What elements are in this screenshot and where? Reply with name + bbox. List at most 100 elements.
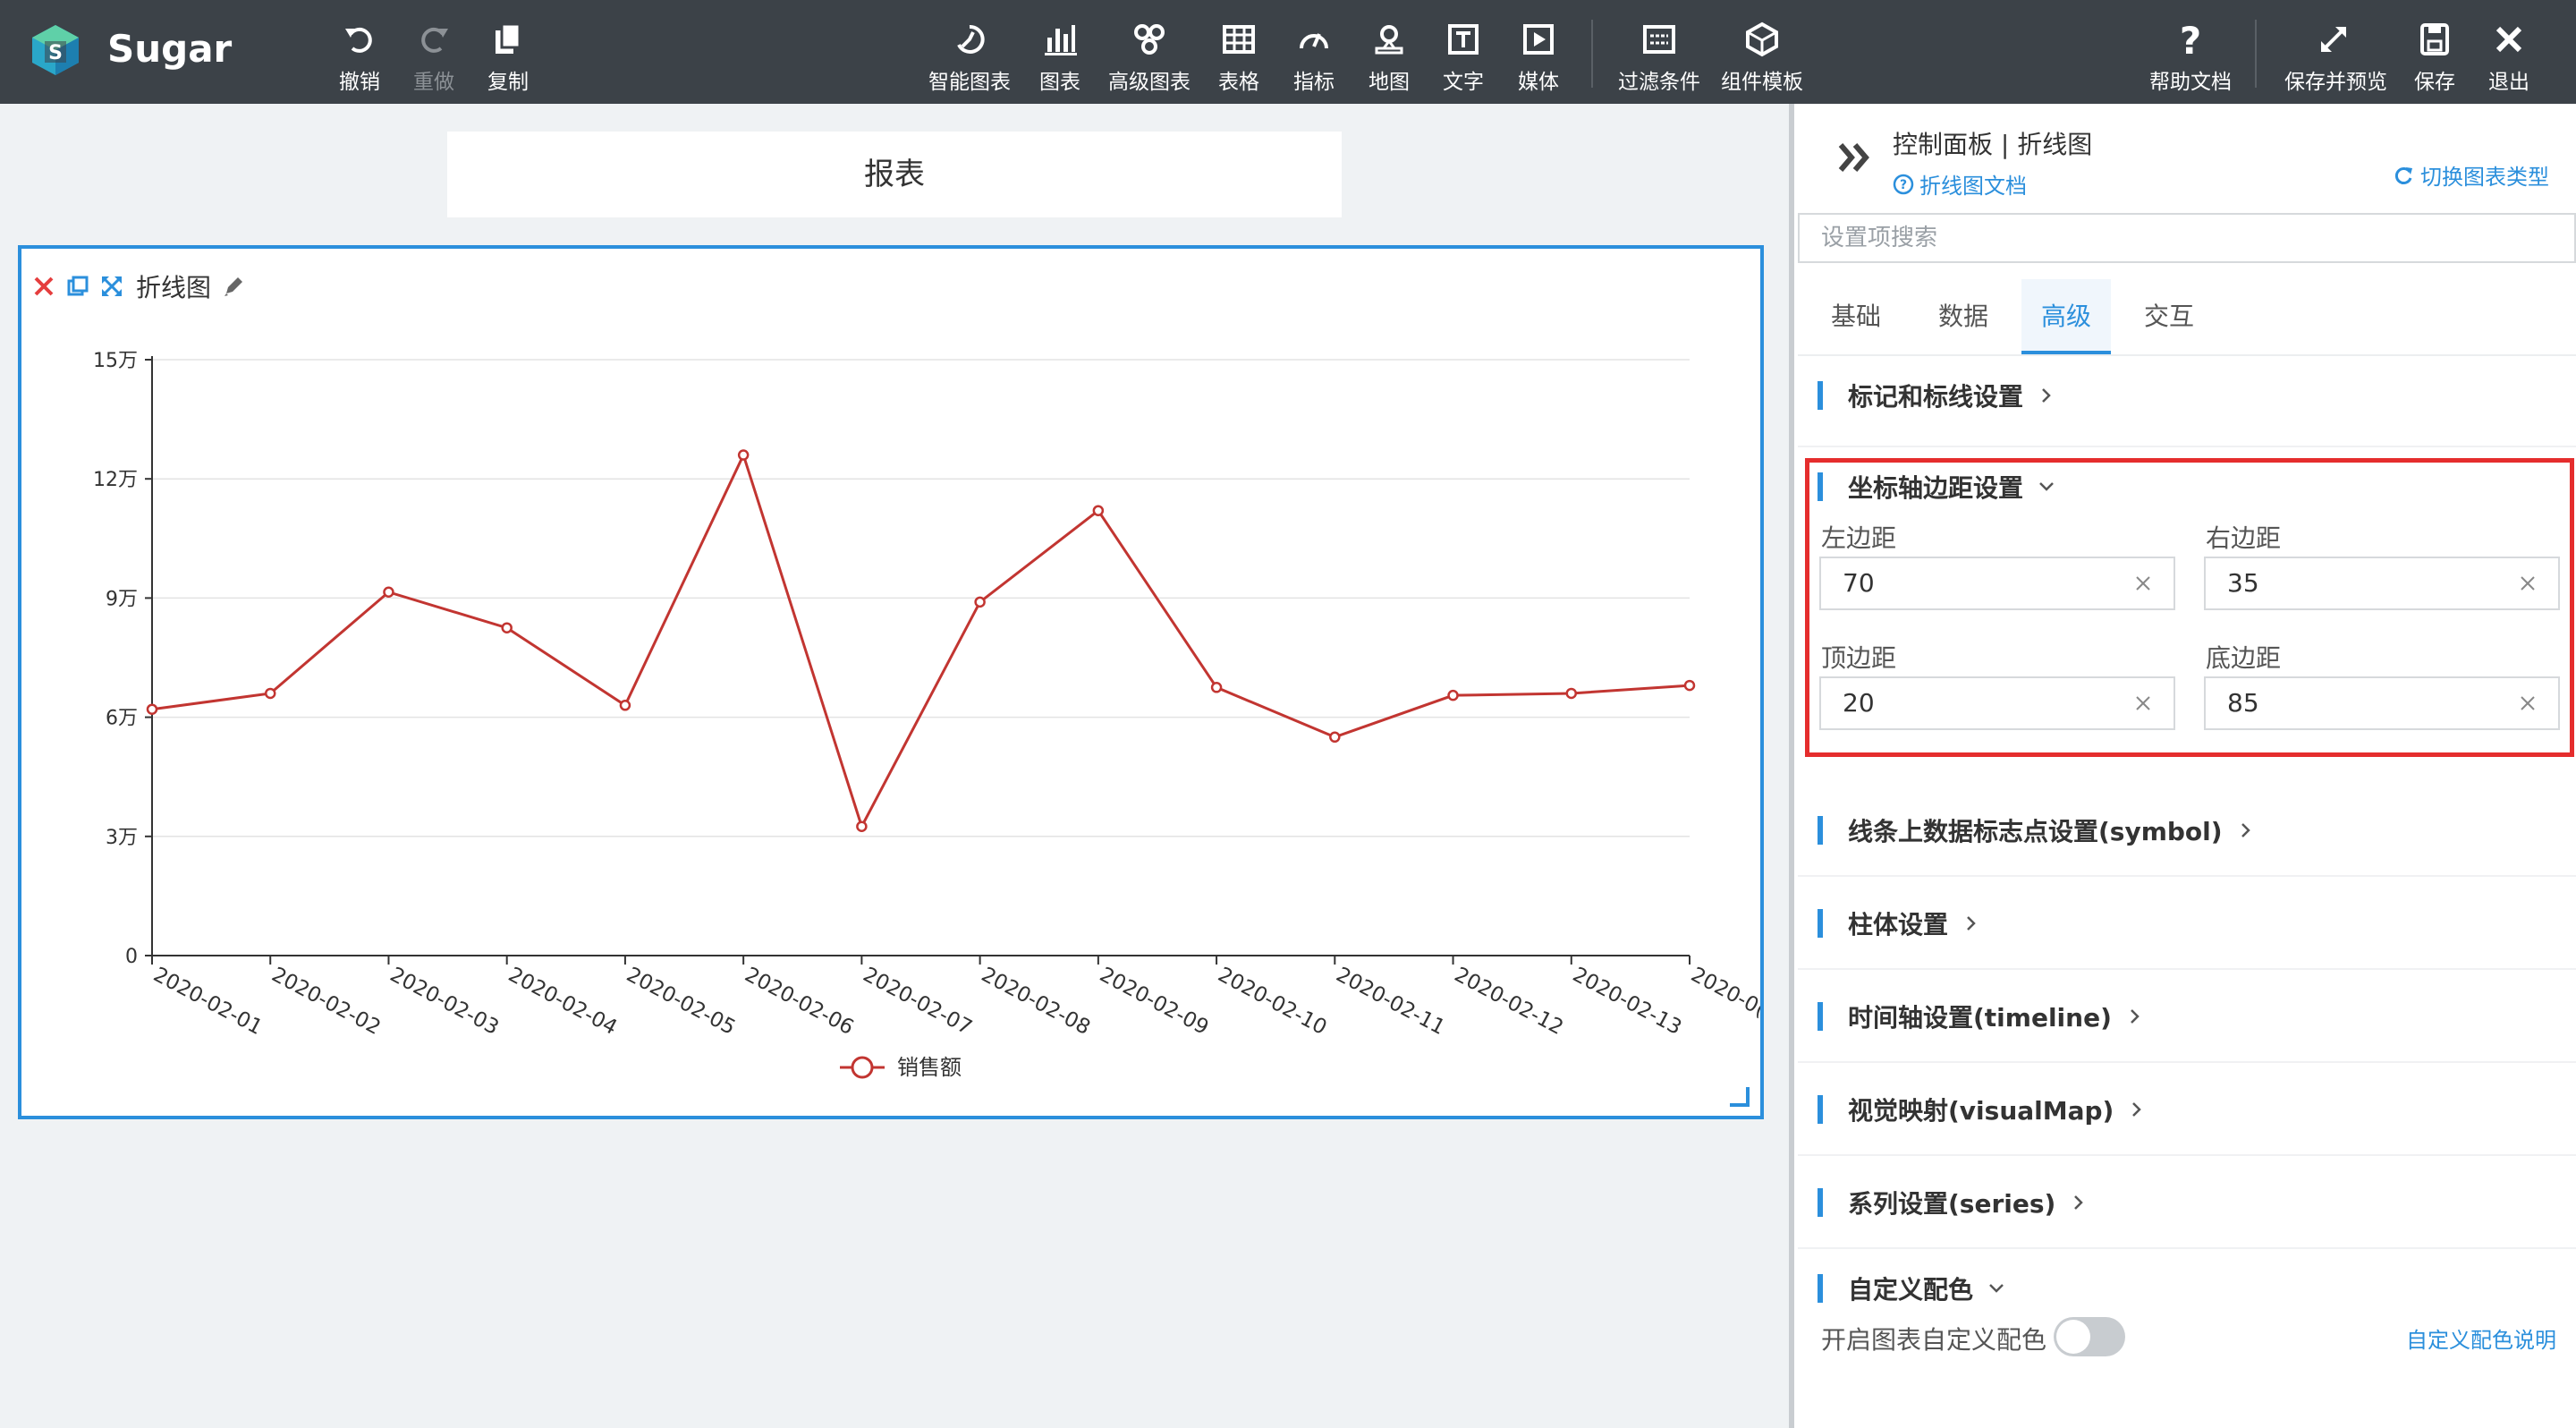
tab-data[interactable]: 数据	[1914, 279, 2012, 354]
data-point	[264, 687, 276, 700]
x-tick-label: 2020-02-03	[386, 963, 503, 1040]
section-accent-bar	[1818, 381, 1823, 410]
section-custom-color-title: 自定义配色	[1848, 1275, 1974, 1305]
exit-button[interactable]: 退出	[2460, 16, 2558, 97]
refresh-icon	[2394, 166, 2412, 184]
top-margin-label: 顶边距	[1821, 643, 1897, 673]
report-title[interactable]: 报表	[447, 132, 1342, 217]
filter-button[interactable]: 过滤条件	[1610, 16, 1708, 97]
section-symbol[interactable]: 线条上数据标志点设置(symbol)	[1798, 784, 2576, 877]
section-axis-margin-header[interactable]: 坐标轴边距设置	[1818, 469, 2057, 505]
section-markers-header[interactable]: 标记和标线设置	[1818, 378, 2057, 413]
x-tick-label: 2020-02-12	[1451, 963, 1567, 1040]
bottom-margin-value[interactable]: 85	[2227, 678, 2259, 728]
panel-title: 控制面板 | 折线图	[1893, 130, 2093, 159]
section-series[interactable]: 系列设置(series)	[1798, 1156, 2576, 1249]
duplicate-icon[interactable]	[64, 273, 91, 300]
save-icon	[2420, 23, 2449, 55]
legend-marker	[851, 1056, 874, 1079]
right-margin-field[interactable]: 35	[2204, 557, 2560, 610]
section-series-header[interactable]: 系列设置(series)	[1818, 1185, 2089, 1220]
clear-icon[interactable]	[2132, 693, 2154, 714]
tab-interaction[interactable]: 交互	[2120, 279, 2218, 354]
top-margin-value[interactable]: 20	[1843, 678, 1875, 728]
redo-icon	[421, 27, 448, 53]
x-tick-label: 2020-02-05	[623, 963, 739, 1040]
chevron-right-icon	[2074, 1195, 2084, 1210]
clear-icon[interactable]	[2517, 573, 2538, 594]
top-margin-field[interactable]: 20	[1819, 676, 2175, 730]
doc-link-label: 折线图文档	[1919, 174, 2027, 199]
y-tick-label: 0	[125, 946, 138, 968]
copy-button[interactable]: 复制	[459, 16, 557, 97]
section-timeline[interactable]: 时间轴设置(timeline)	[1798, 970, 2576, 1063]
card-toolbar: 折线图	[30, 268, 254, 304]
delete-icon[interactable]	[30, 273, 57, 300]
chevron-right-icon	[2042, 388, 2051, 403]
section-accent-bar	[1818, 909, 1823, 938]
chevron-right-icon	[2132, 1102, 2142, 1117]
bottom-margin-label: 底边距	[2206, 643, 2282, 673]
tab-advanced[interactable]: 高级	[2021, 279, 2111, 354]
play-icon	[1523, 24, 1554, 55]
bottom-margin-field[interactable]: 85	[2204, 676, 2560, 730]
media-button[interactable]: 媒体	[1489, 16, 1588, 97]
chart-button[interactable]: 图表	[1011, 16, 1109, 97]
section-bar-header[interactable]: 柱体设置	[1818, 905, 1982, 941]
data-point	[1092, 505, 1105, 516]
section-timeline-title: 时间轴设置(timeline)	[1848, 1003, 2112, 1033]
custom-color-doc-link[interactable]: 自定义配色说明	[2406, 1322, 2556, 1354]
data-point	[1683, 679, 1696, 692]
media-label: 媒体	[1518, 71, 1559, 94]
section-symbol-header[interactable]: 线条上数据标志点设置(symbol)	[1818, 812, 2257, 848]
svg-text:?: ?	[1900, 178, 1907, 192]
section-visualmap-header[interactable]: 视觉映射(visualMap)	[1818, 1092, 2148, 1127]
double-chevron-right-icon[interactable]	[1834, 136, 1877, 179]
switch-type-label: 切换图表类型	[2420, 165, 2549, 190]
section-custom-color-header[interactable]: 自定义配色	[1818, 1271, 2007, 1306]
line-chart-card[interactable]: 0 3万 6万 9万 12万 15万 2020-02-01 2020-02-02 2020-02…	[18, 245, 1764, 1119]
switch-chart-type-link[interactable]: 切换图表类型	[2392, 159, 2549, 191]
chevron-right-icon	[2241, 823, 2250, 837]
custom-color-toggle[interactable]	[2054, 1317, 2125, 1356]
left-margin-field[interactable]: 70	[1819, 557, 2175, 610]
filter-icon	[1643, 25, 1675, 54]
panel-tabs: 基础 数据 高级 交互	[1798, 279, 2576, 356]
toolbar-divider	[1591, 20, 1593, 88]
data-point	[1447, 689, 1459, 701]
question-circle-icon: ?	[1893, 174, 1914, 194]
x-tick-label: 2020-02-02	[267, 963, 384, 1040]
advanced-chart-button[interactable]: 高级图表	[1100, 16, 1199, 97]
legend-label: 销售额	[897, 1055, 962, 1080]
help-button[interactable]: ? 帮助文档	[2141, 16, 2240, 97]
section-accent-bar	[1818, 1274, 1823, 1303]
y-tick-label: 12万	[93, 469, 138, 491]
text-icon	[1448, 24, 1479, 55]
section-timeline-header[interactable]: 时间轴设置(timeline)	[1818, 999, 2146, 1034]
clear-icon[interactable]	[2132, 573, 2154, 594]
help-label: 帮助文档	[2149, 71, 2232, 94]
right-margin-value[interactable]: 35	[2227, 558, 2259, 608]
clear-icon[interactable]	[2517, 693, 2538, 714]
settings-search-input[interactable]	[1798, 213, 2576, 263]
section-accent-bar	[1818, 472, 1823, 501]
line-chart-doc-link[interactable]: ? 折线图文档	[1893, 168, 2027, 200]
left-margin-value[interactable]: 70	[1843, 558, 1875, 608]
section-visualmap[interactable]: 视觉映射(visualMap)	[1798, 1063, 2576, 1156]
section-bar[interactable]: 柱体设置	[1798, 877, 2576, 970]
section-markers[interactable]: 标记和标线设置	[1798, 356, 2576, 447]
smart-chart-label: 智能图表	[928, 71, 1011, 94]
smart-chart-button[interactable]: 智能图表	[920, 16, 1019, 97]
fullscreen-icon[interactable]	[98, 273, 125, 300]
edit-pencil-icon[interactable]	[220, 273, 247, 300]
line-chart: 03万6万9万12万15万2020-02-01 2020-02-02 2020-02…	[93, 350, 1760, 1080]
chevron-right-icon	[1967, 916, 1976, 931]
data-point	[974, 596, 986, 608]
save-preview-button[interactable]: 保存并预览	[2284, 16, 2387, 97]
component-template-button[interactable]: 组件模板	[1713, 16, 1811, 97]
tab-basic[interactable]: 基础	[1798, 279, 1914, 354]
resize-handle[interactable]	[1730, 1087, 1750, 1107]
x-tick-label: 2020-02-04	[504, 963, 621, 1040]
section-accent-bar	[1818, 816, 1823, 845]
smart-chart-icon	[957, 24, 985, 54]
